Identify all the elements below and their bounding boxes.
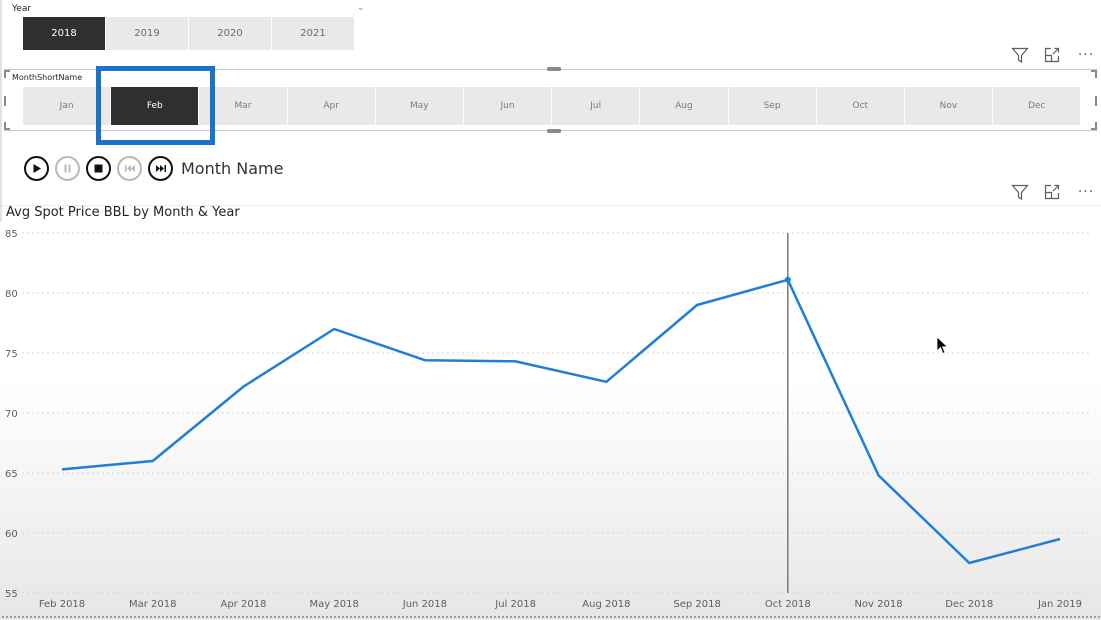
x-tick-label: Jan 2019 — [1037, 599, 1082, 610]
report-canvas: Year ⌄ 2018 2019 2020 2021 ··· MonthShor… — [0, 0, 1101, 620]
line-chart: 55 60 65 70 75 80 85 Feb 2018 Mar 2018 Apr 2018 Ma… — [2, 229, 1101, 618]
x-tick-label: May 2018 — [310, 599, 359, 610]
y-tick-label: 55 — [5, 589, 18, 600]
x-tick-label: Dec 2018 — [945, 599, 993, 610]
x-tick-label: Aug 2018 — [582, 599, 630, 610]
mouse-cursor-icon — [936, 336, 950, 360]
y-tick-label: 70 — [5, 409, 18, 420]
y-tick-label: 75 — [5, 349, 18, 360]
y-tick-label: 60 — [5, 529, 18, 540]
x-tick-label: Mar 2018 — [129, 599, 177, 610]
x-tick-label: Apr 2018 — [220, 599, 266, 610]
x-tick-label: Sep 2018 — [673, 599, 720, 610]
x-tick-label: Jun 2018 — [402, 599, 447, 610]
y-tick-label: 80 — [5, 289, 18, 300]
x-tick-label: Oct 2018 — [765, 599, 811, 610]
y-tick-label: 85 — [5, 229, 18, 240]
x-tick-label: Feb 2018 — [39, 599, 85, 610]
y-tick-label: 65 — [5, 469, 18, 480]
x-tick-label: Nov 2018 — [854, 599, 902, 610]
series-line — [61, 278, 1061, 565]
x-tick-label: Jul 2018 — [494, 599, 536, 610]
data-point — [784, 276, 791, 283]
